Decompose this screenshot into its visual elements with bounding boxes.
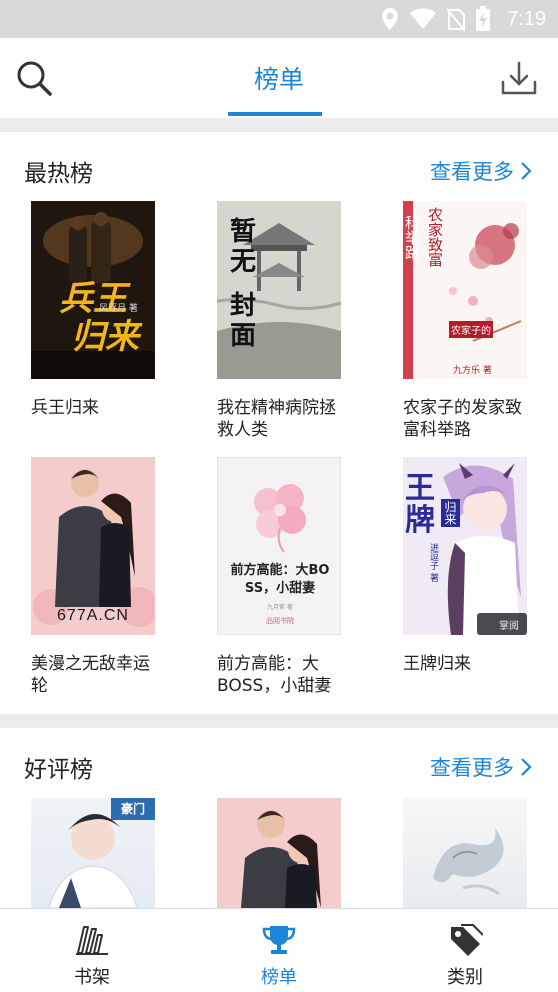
book-item[interactable]: 豪门 [31, 798, 155, 908]
cover-title: 归来 [441, 499, 460, 527]
cover-char: 暂 [229, 217, 256, 247]
book-cover[interactable]: 677A.CN [31, 457, 155, 635]
book-title: 我在精神病院拯救人类 [217, 398, 336, 440]
active-tab-indicator [228, 112, 322, 116]
cover-title: 农家致富 [426, 207, 444, 267]
bookshelf-icon [76, 926, 108, 955]
download-icon[interactable] [500, 60, 538, 98]
cover-title: 前方高能：大BO [230, 563, 330, 578]
section-title-top-rated: 好评榜 [24, 757, 93, 783]
cover-author: 九方乐 著 [453, 366, 492, 376]
bottom-tab-bar: 书架 榜单 类别 [0, 908, 558, 992]
view-more-label: 查看更多 [430, 160, 514, 184]
book-title: 前方高能：大BOSS，小甜妻 [217, 654, 332, 696]
status-time: 7:19 [507, 7, 546, 30]
chevron-right-icon [521, 162, 532, 180]
cover-title: 王牌 [405, 471, 435, 538]
book-item[interactable]: 兵王 归来 风逐月 著 兵王归来 [31, 201, 155, 419]
tab-rankings[interactable]: 榜单 [219, 909, 339, 992]
view-more-label: 查看更多 [430, 756, 514, 780]
book-title: 王牌归来 [403, 654, 471, 674]
book-item[interactable]: 暂 无 封 面 我在精神病院拯救人类 [217, 201, 341, 441]
cover-title: 科举路 [403, 215, 421, 260]
tab-label: 榜单 [261, 967, 297, 988]
book-cover[interactable]: 前方高能：大BO SS，小甜妻 九月紫 著 品阅书院 [217, 457, 341, 635]
book-item[interactable]: 前方高能：大BO SS，小甜妻 九月紫 著 品阅书院 前方高能：大BOSS，小甜… [217, 457, 341, 697]
book-item[interactable] [217, 798, 341, 908]
section-divider [0, 118, 558, 132]
book-cover[interactable]: 豪门 [31, 798, 155, 908]
cover-char: 无 [229, 247, 256, 277]
section-title-hot: 最热榜 [24, 161, 93, 187]
chevron-right-icon [521, 758, 532, 776]
cover-char: 封 [229, 291, 256, 321]
tab-label: 类别 [447, 967, 483, 988]
section-divider [0, 714, 558, 728]
view-more-link[interactable]: 查看更多 [430, 156, 532, 186]
book-item[interactable]: 677A.CN 美漫之无敌幸运轮 [31, 457, 155, 697]
cover-subtitle: 农家子的 [449, 321, 493, 338]
wifi-icon [410, 8, 437, 29]
tab-categories[interactable]: 类别 [405, 909, 525, 992]
cover-watermark: 677A.CN [57, 607, 129, 624]
cover-title: 归来 [71, 317, 139, 357]
trophy-icon [262, 926, 296, 954]
cover-publisher: 掌阅 [499, 621, 519, 632]
book-cover[interactable] [403, 798, 527, 908]
cover-char: 面 [229, 321, 256, 351]
battery-charging-icon [476, 6, 491, 31]
book-cover[interactable]: 暂 无 封 面 [217, 201, 341, 379]
top-app-bar: 榜单 [0, 38, 558, 116]
book-title: 农家子的发家致富科举路 [403, 398, 522, 440]
book-title: 兵王归来 [31, 398, 99, 418]
tag-icon [451, 924, 483, 956]
location-icon [382, 8, 399, 30]
book-cover[interactable]: 农家致富 科举路 农家子的 九方乐 著 [403, 201, 527, 379]
book-item[interactable]: 农家致富 科举路 农家子的 九方乐 著 农家子的发家致富科举路 [403, 201, 527, 441]
book-cover[interactable]: 兵王 归来 风逐月 著 [31, 201, 155, 379]
book-title: 美漫之无敌幸运轮 [31, 654, 150, 696]
cover-badge: 豪门 [121, 802, 146, 816]
tab-label: 书架 [74, 967, 110, 988]
book-cover[interactable]: 王牌 归来 进逗子 著 掌阅 [403, 457, 527, 635]
view-more-link[interactable]: 查看更多 [430, 752, 532, 782]
page-title: 榜单 [253, 65, 304, 94]
cover-author: 九月紫 著 [267, 604, 293, 611]
cover-title: SS，小甜妻 [244, 581, 316, 596]
no-sim-icon [447, 8, 466, 31]
book-item[interactable] [403, 798, 527, 908]
cover-publisher: 品阅书院 [266, 617, 294, 625]
cover-author: 进逗子 著 [428, 543, 438, 582]
tab-bookshelf[interactable]: 书架 [32, 909, 152, 992]
book-cover[interactable] [217, 798, 341, 908]
book-item[interactable]: 王牌 归来 进逗子 著 掌阅 王牌归来 [403, 457, 527, 675]
status-bar: 7:19 [0, 0, 558, 38]
cover-author: 风逐月 著 [99, 304, 138, 314]
